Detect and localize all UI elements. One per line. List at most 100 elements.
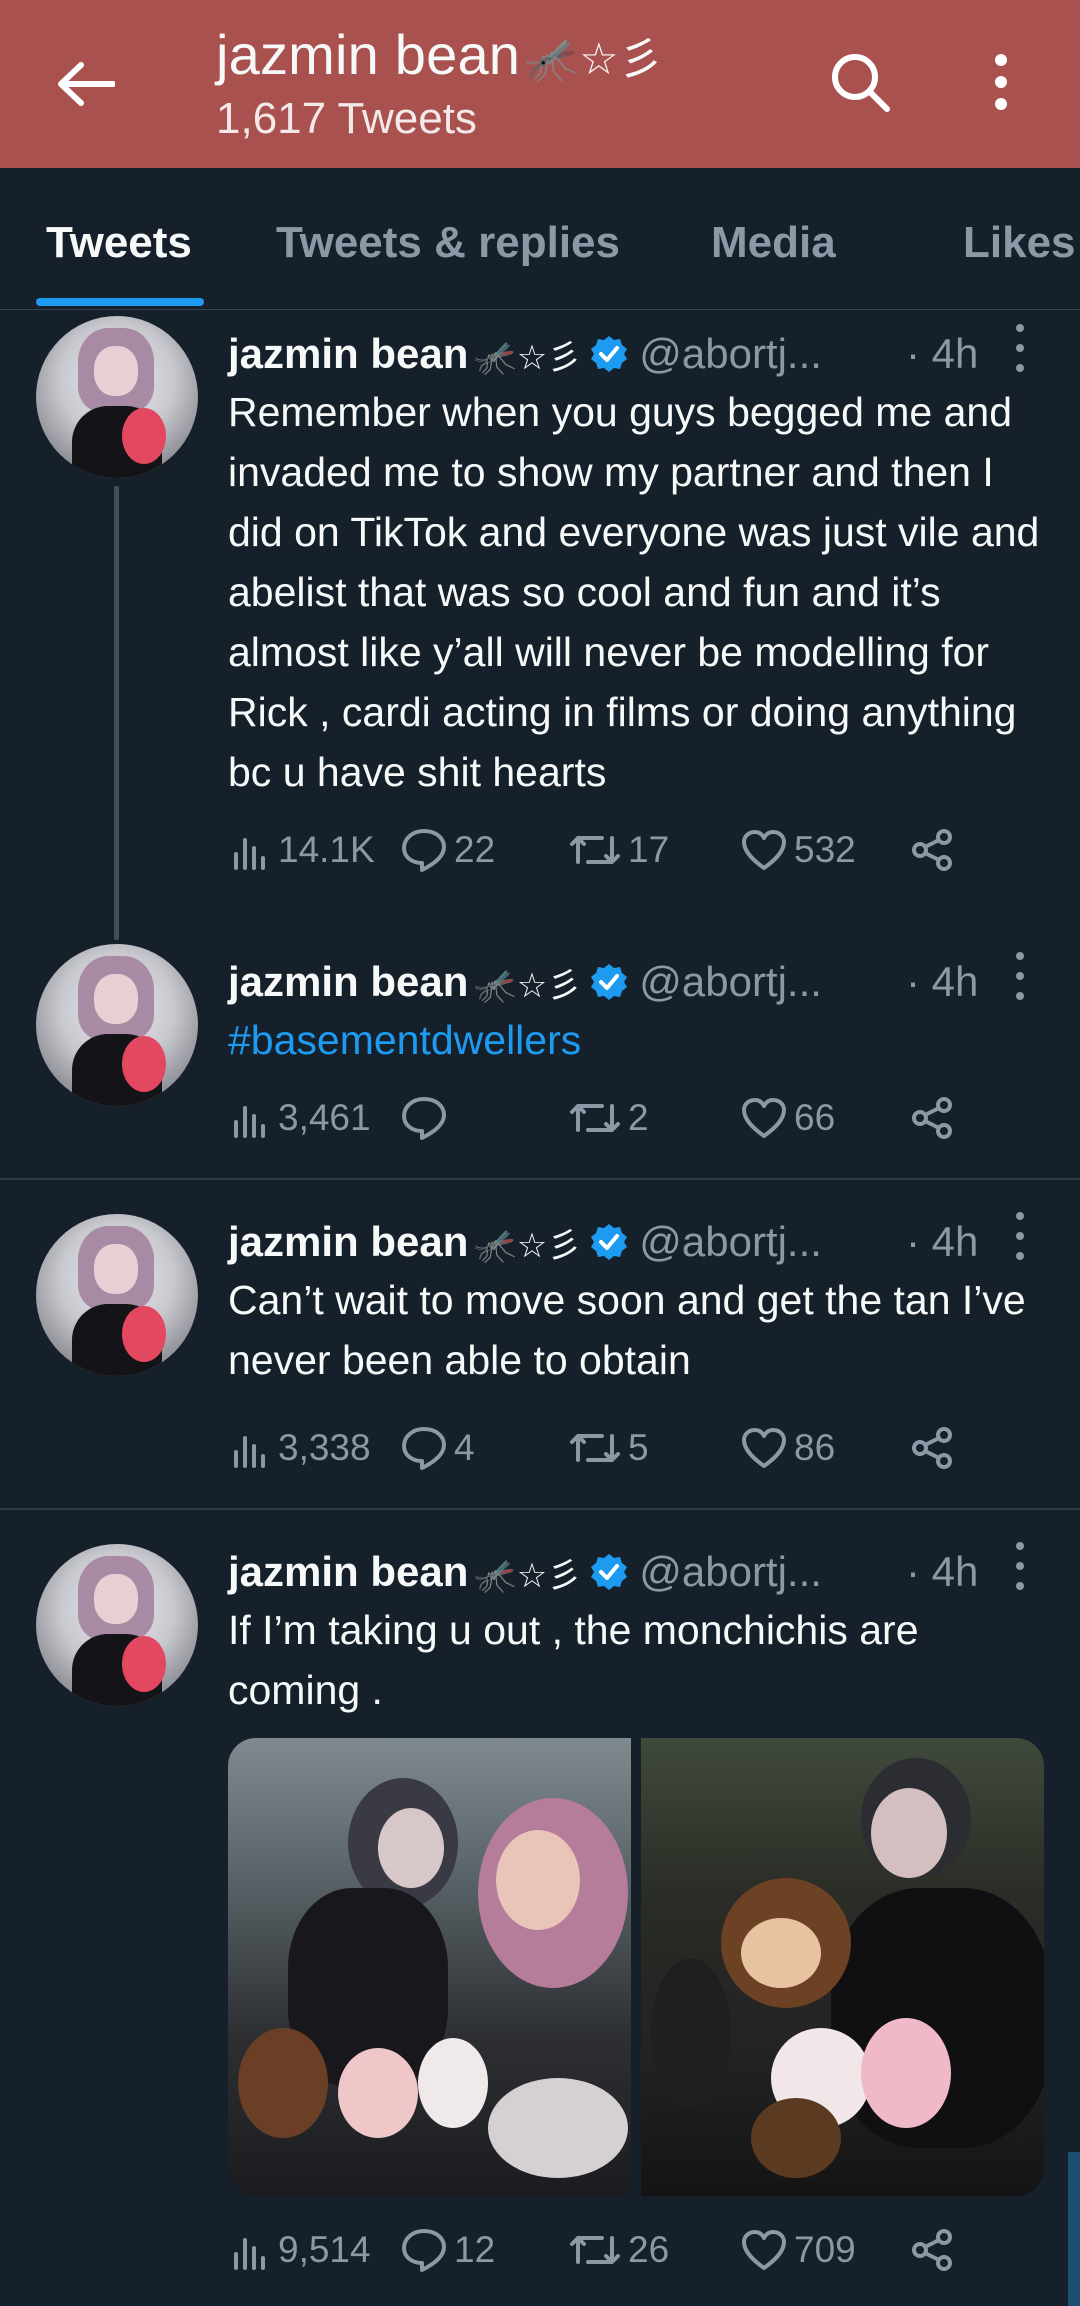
tweet-count: 1,617 Tweets xyxy=(216,94,477,143)
more-options-button[interactable] xyxy=(966,42,1036,122)
author-handle[interactable]: @abortj... xyxy=(639,330,822,378)
reply-button[interactable]: 4 xyxy=(400,1420,475,1476)
reply-icon xyxy=(402,1097,446,1140)
tweet-time[interactable]: · 4h xyxy=(906,1212,978,1272)
verified-badge-icon xyxy=(591,964,628,1000)
profile-header: jazmin bean🦟☆彡 1,617 Tweets xyxy=(0,0,1080,168)
back-button[interactable] xyxy=(40,48,130,120)
tweet-meta: jazmin bean 🦟☆彡 @abortj... xyxy=(228,1542,822,1602)
like-count: 66 xyxy=(794,1097,836,1138)
tweet-text: Can’t wait to move soon and get the tan … xyxy=(228,1277,1026,1383)
tweet-time[interactable]: · 4h xyxy=(906,1542,978,1602)
like-heart-icon xyxy=(742,1098,786,1138)
tweet[interactable]: jazmin bean 🦟☆彡 @abortj... · 4h Can’t wa… xyxy=(0,1180,1080,1510)
share-button[interactable] xyxy=(910,2222,956,2278)
like-heart-icon xyxy=(742,1428,786,1468)
reply-icon xyxy=(402,829,446,872)
share-button[interactable] xyxy=(910,822,956,878)
verified-badge-icon xyxy=(591,1224,628,1260)
tab-tweets[interactable]: Tweets xyxy=(46,218,192,268)
tweet-text: Remember when you guys begged me and inv… xyxy=(228,389,1040,795)
active-tab-indicator xyxy=(36,298,204,306)
tweet-photo-2[interactable] xyxy=(641,1738,1044,2196)
tab-likes[interactable]: Likes xyxy=(963,218,1076,268)
reply-button[interactable] xyxy=(400,1090,454,1146)
thread-line xyxy=(114,486,119,940)
reply-button[interactable]: 12 xyxy=(400,2222,495,2278)
retweet-button[interactable]: 26 xyxy=(568,2222,669,2278)
retweet-button[interactable]: 5 xyxy=(568,1420,649,1476)
tweet-more-icon[interactable] xyxy=(1008,1542,1032,1590)
tweet-actions: 9,514 12 26 709 xyxy=(228,2222,1028,2278)
reply-count: 12 xyxy=(454,2229,496,2270)
header-title: jazmin bean🦟☆彡 xyxy=(216,22,663,87)
author-name-emoji: 🦟☆彡 xyxy=(474,1556,582,1595)
tweet[interactable]: jazmin bean 🦟☆彡 @abortj... · 4h #basemen… xyxy=(0,940,1080,1180)
retweet-button[interactable]: 17 xyxy=(568,822,669,878)
views-button[interactable]: 14.1K xyxy=(228,822,375,878)
author-handle[interactable]: @abortj... xyxy=(639,1548,822,1596)
retweet-icon xyxy=(570,2236,620,2264)
tweet-time[interactable]: · 4h xyxy=(906,952,978,1012)
like-button[interactable]: 709 xyxy=(740,2222,856,2278)
views-count: 3,461 xyxy=(278,1097,371,1138)
tab-tweets-and-replies[interactable]: Tweets & replies xyxy=(276,218,620,268)
views-count: 14.1K xyxy=(278,829,375,870)
author-name[interactable]: jazmin bean xyxy=(228,1548,468,1596)
author-name-emoji: 🦟☆彡 xyxy=(474,966,582,1005)
like-count: 709 xyxy=(794,2229,856,2270)
views-count: 3,338 xyxy=(278,1427,371,1468)
author-handle[interactable]: @abortj... xyxy=(639,958,822,1006)
tweet-more-icon[interactable] xyxy=(1008,952,1032,1000)
views-button[interactable]: 9,514 xyxy=(228,2222,371,2278)
author-name[interactable]: jazmin bean xyxy=(228,1218,468,1266)
author-name-emoji: 🦟☆彡 xyxy=(474,338,582,377)
avatar[interactable] xyxy=(36,1214,198,1376)
like-count: 86 xyxy=(794,1427,836,1468)
avatar[interactable] xyxy=(36,1544,198,1706)
tweet-time[interactable]: · 4h xyxy=(906,324,978,384)
tweet[interactable]: jazmin bean 🦟☆彡 @abortj... · 4h If I’m t… xyxy=(0,1510,1080,2306)
verified-badge-icon xyxy=(591,1554,628,1590)
share-icon xyxy=(912,2229,952,2271)
author-name[interactable]: jazmin bean xyxy=(228,958,468,1006)
reply-count: 4 xyxy=(454,1427,475,1468)
like-button[interactable]: 66 xyxy=(740,1090,835,1146)
like-button[interactable]: 86 xyxy=(740,1420,835,1476)
tweet[interactable]: jazmin bean 🦟☆彡 @abortj... · 4h Remember… xyxy=(0,312,1080,940)
tweet-hashtag-link[interactable]: #basementdwellers xyxy=(228,1010,1048,1070)
tab-media[interactable]: Media xyxy=(711,218,836,268)
share-button[interactable] xyxy=(910,1420,956,1476)
retweet-icon xyxy=(570,836,620,864)
retweet-count: 5 xyxy=(628,1427,649,1468)
like-count: 532 xyxy=(794,829,856,870)
header-name: jazmin bean xyxy=(216,23,521,86)
like-heart-icon xyxy=(742,2230,786,2270)
scrollbar[interactable] xyxy=(1068,2152,1080,2306)
views-button[interactable]: 3,338 xyxy=(228,1420,371,1476)
tweet-more-icon[interactable] xyxy=(1008,324,1032,372)
reply-icon xyxy=(402,1427,446,1470)
like-heart-icon xyxy=(742,830,786,870)
share-icon xyxy=(912,829,952,871)
retweet-count: 26 xyxy=(628,2229,670,2270)
tweet-actions: 3,461 2 66 xyxy=(228,1090,1028,1146)
more-vertical-icon xyxy=(995,54,1007,110)
views-icon xyxy=(234,1106,265,1138)
tweet-media-grid xyxy=(228,1738,1044,2196)
avatar[interactable] xyxy=(36,316,198,478)
share-button[interactable] xyxy=(910,1090,956,1146)
avatar[interactable] xyxy=(36,944,198,1106)
search-button[interactable] xyxy=(820,42,900,122)
share-icon xyxy=(912,1097,952,1139)
views-count: 9,514 xyxy=(278,2229,371,2270)
tweet-actions: 3,338 4 5 86 xyxy=(228,1420,1028,1476)
retweet-button[interactable]: 2 xyxy=(568,1090,649,1146)
author-name[interactable]: jazmin bean xyxy=(228,330,468,378)
author-handle[interactable]: @abortj... xyxy=(639,1218,822,1266)
tweet-more-icon[interactable] xyxy=(1008,1212,1032,1260)
tweet-photo-1[interactable] xyxy=(228,1738,631,2196)
like-button[interactable]: 532 xyxy=(740,822,856,878)
reply-button[interactable]: 22 xyxy=(400,822,495,878)
views-button[interactable]: 3,461 xyxy=(228,1090,371,1146)
